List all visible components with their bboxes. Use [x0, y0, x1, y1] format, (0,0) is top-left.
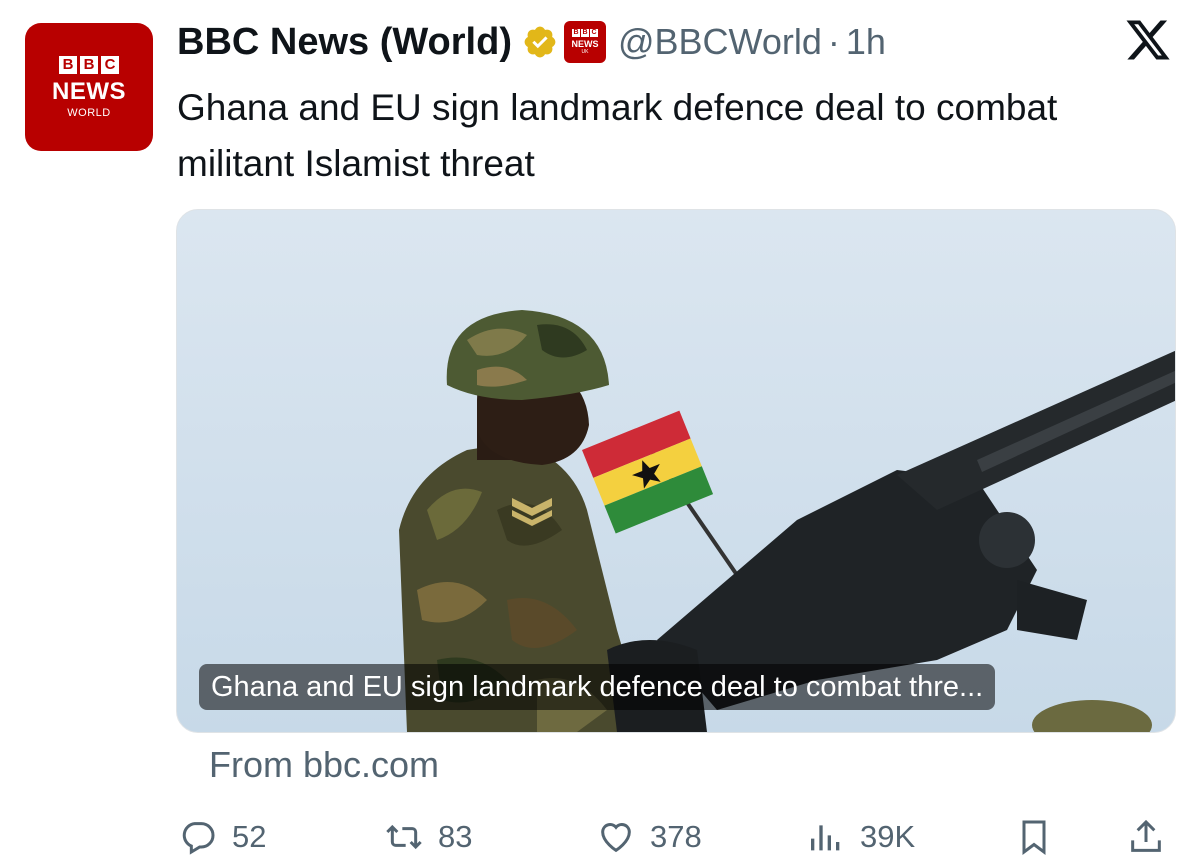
- timestamp[interactable]: 1h: [846, 21, 886, 63]
- link-card[interactable]: Ghana and EU sign landmark defence deal …: [176, 209, 1176, 733]
- repost-count: 83: [438, 819, 473, 854]
- bbc-letter: B: [59, 55, 77, 74]
- display-name[interactable]: BBC News (World): [177, 21, 512, 64]
- badge-uk-text: UK: [581, 49, 589, 55]
- bookmark-icon: [1022, 820, 1046, 855]
- article-image: [177, 210, 1175, 732]
- avatar-news-text: NEWS: [52, 77, 126, 105]
- repost-icon: [386, 824, 422, 850]
- avatar-world-text: WORLD: [67, 106, 111, 119]
- badge-news-text: NEWS: [571, 39, 599, 49]
- bbc-letter: C: [101, 55, 119, 74]
- avatar[interactable]: B B C NEWS WORLD: [25, 23, 153, 151]
- verified-badge-icon[interactable]: [522, 24, 558, 60]
- bbc-logo: B B C: [59, 55, 119, 74]
- card-caption: Ghana and EU sign landmark defence deal …: [199, 664, 996, 710]
- reply-count: 52: [232, 819, 267, 854]
- tweet-header: BBC News (World) B B C NEWS UK @BBCWorld…: [177, 18, 886, 66]
- tweet-text: Ghana and EU sign landmark defence deal …: [177, 87, 1058, 184]
- affiliate-badge[interactable]: B B C NEWS UK: [563, 21, 606, 63]
- action-bar: 52 83 378 39K: [0, 810, 1200, 864]
- like-icon: [601, 823, 631, 853]
- x-logo-icon: [1126, 20, 1170, 60]
- separator-dot: ·: [827, 21, 840, 62]
- card-source[interactable]: From bbc.com: [209, 744, 439, 786]
- share-icon: [1131, 819, 1161, 852]
- like-count: 378: [650, 819, 702, 854]
- like-button[interactable]: 378: [596, 810, 702, 864]
- views-icon: [811, 825, 840, 851]
- share-button[interactable]: [1126, 810, 1166, 864]
- badge-letter: B: [580, 29, 589, 37]
- views-count: 39K: [860, 819, 916, 854]
- badge-letter: B: [571, 29, 580, 37]
- badge-letter: C: [589, 29, 598, 37]
- bbc-letter: B: [80, 55, 98, 74]
- views-button[interactable]: 39K: [806, 810, 915, 864]
- reply-button[interactable]: 52: [178, 810, 266, 864]
- bookmark-button[interactable]: [1014, 810, 1054, 864]
- repost-button[interactable]: 83: [384, 810, 472, 864]
- handle[interactable]: @BBCWorld: [618, 21, 822, 63]
- reply-icon: [182, 822, 215, 855]
